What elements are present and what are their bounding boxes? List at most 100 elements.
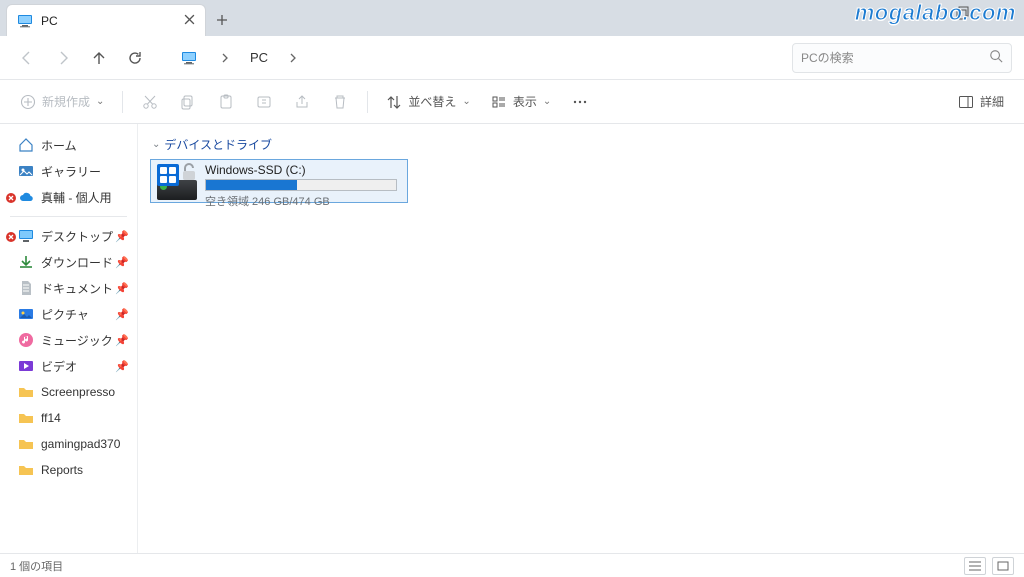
- sidebar-item-downloads[interactable]: ダウンロード 📌: [0, 249, 137, 275]
- pin-icon: 📌: [115, 230, 129, 243]
- pictures-icon: [18, 306, 34, 322]
- sidebar-item-documents[interactable]: ドキュメント 📌: [0, 275, 137, 301]
- tab-title: PC: [41, 14, 58, 28]
- desktop-icon: [18, 228, 34, 244]
- video-icon: [18, 358, 34, 374]
- sidebar: ホーム ギャラリー 真輔 - 個人用 デスクトップ 📌 ダウンロード 📌 ドキュ…: [0, 124, 138, 553]
- pc-icon: [17, 13, 33, 29]
- drive-name: Windows-SSD (C:): [205, 163, 401, 177]
- sidebar-item-label: ピクチャ: [41, 306, 89, 323]
- document-icon: [18, 280, 34, 296]
- window-restore-icon[interactable]: [956, 6, 970, 23]
- sidebar-item-gallery[interactable]: ギャラリー: [0, 158, 137, 184]
- drive-item-c[interactable]: Windows-SSD (C:) 空き領域 246 GB/474 GB: [150, 159, 408, 203]
- search-placeholder: PCの検索: [801, 49, 854, 66]
- sync-error-icon: [6, 192, 16, 202]
- sidebar-item-folder[interactable]: ff14: [0, 405, 137, 431]
- copy-button[interactable]: [171, 87, 205, 117]
- sidebar-item-home[interactable]: ホーム: [0, 132, 137, 158]
- pin-icon: 📌: [115, 256, 129, 269]
- folder-icon: [18, 384, 34, 400]
- sort-button[interactable]: 並べ替え ⌄: [378, 87, 478, 117]
- sidebar-item-onedrive[interactable]: 真輔 - 個人用: [0, 184, 137, 210]
- cloud-icon: [18, 189, 34, 205]
- view-details-button[interactable]: [964, 557, 986, 575]
- share-button[interactable]: [285, 87, 319, 117]
- paste-button[interactable]: [209, 87, 243, 117]
- body: ホーム ギャラリー 真輔 - 個人用 デスクトップ 📌 ダウンロード 📌 ドキュ…: [0, 124, 1024, 553]
- pin-icon: 📌: [115, 282, 129, 295]
- sidebar-item-videos[interactable]: ビデオ 📌: [0, 353, 137, 379]
- sidebar-item-folder[interactable]: Screenpresso: [0, 379, 137, 405]
- download-icon: [18, 254, 34, 270]
- up-button[interactable]: [84, 43, 114, 73]
- breadcrumb-chevron-icon[interactable]: [278, 43, 308, 73]
- sort-label: 並べ替え: [408, 93, 456, 110]
- folder-icon: [18, 462, 34, 478]
- tab-pc[interactable]: PC: [6, 4, 206, 36]
- new-tab-button[interactable]: [206, 4, 238, 36]
- rename-button[interactable]: [247, 87, 281, 117]
- music-icon: [18, 332, 34, 348]
- breadcrumb-chevron-icon[interactable]: [210, 43, 240, 73]
- forward-button[interactable]: [48, 43, 78, 73]
- sidebar-item-label: ミュージック: [41, 332, 113, 349]
- sidebar-item-pictures[interactable]: ピクチャ 📌: [0, 301, 137, 327]
- details-label: 詳細: [980, 93, 1004, 110]
- more-button[interactable]: [563, 87, 597, 117]
- search-input[interactable]: PCの検索: [792, 43, 1012, 73]
- separator: [10, 216, 127, 217]
- status-text: 1 個の項目: [10, 558, 63, 574]
- view-button[interactable]: 表示 ⌄: [483, 87, 559, 117]
- group-header-label: デバイスとドライブ: [164, 136, 272, 153]
- details-pane-button[interactable]: 詳細: [950, 87, 1012, 117]
- new-button[interactable]: 新規作成 ⌄: [12, 87, 112, 117]
- sidebar-item-label: Screenpresso: [41, 385, 115, 399]
- chevron-down-icon: ⌄: [543, 96, 551, 107]
- gallery-icon: [18, 163, 34, 179]
- cut-button[interactable]: [133, 87, 167, 117]
- sidebar-item-label: 真輔 - 個人用: [41, 189, 112, 206]
- drive-subtext: 空き領域 246 GB/474 GB: [205, 193, 401, 209]
- sync-error-icon: [6, 231, 16, 241]
- search-icon: [989, 49, 1003, 66]
- view-large-icons-button[interactable]: [992, 557, 1014, 575]
- sidebar-item-label: ff14: [41, 411, 61, 425]
- drive-icon: [157, 164, 197, 200]
- breadcrumb-root-icon[interactable]: [174, 43, 204, 73]
- toolbar: 新規作成 ⌄ 並べ替え ⌄ 表示 ⌄ 詳細: [0, 80, 1024, 124]
- bitlocker-unlocked-icon: [179, 162, 199, 185]
- breadcrumb-pc[interactable]: PC: [246, 50, 272, 65]
- watermark: mogalabo.com: [855, 2, 1016, 24]
- sidebar-item-label: ダウンロード: [41, 254, 113, 271]
- sidebar-item-label: ビデオ: [41, 358, 77, 375]
- separator: [367, 91, 368, 113]
- pin-icon: 📌: [115, 308, 129, 321]
- sidebar-item-desktop[interactable]: デスクトップ 📌: [0, 223, 137, 249]
- sidebar-item-folder[interactable]: gamingpad370: [0, 431, 137, 457]
- folder-icon: [18, 436, 34, 452]
- pin-icon: 📌: [115, 360, 129, 373]
- group-header-devices[interactable]: ⌄ デバイスとドライブ: [152, 136, 1012, 153]
- sidebar-item-label: gamingpad370: [41, 437, 120, 451]
- view-label: 表示: [513, 93, 537, 110]
- drive-usage-bar: [205, 179, 397, 191]
- tab-close-icon[interactable]: [184, 14, 195, 28]
- sidebar-item-label: ギャラリー: [41, 163, 101, 180]
- back-button[interactable]: [12, 43, 42, 73]
- sidebar-item-music[interactable]: ミュージック 📌: [0, 327, 137, 353]
- chevron-down-icon: ⌄: [462, 96, 470, 107]
- refresh-button[interactable]: [120, 43, 150, 73]
- drive-usage-fill: [206, 180, 297, 190]
- sidebar-item-folder[interactable]: Reports: [0, 457, 137, 483]
- home-icon: [18, 137, 34, 153]
- chevron-down-icon: ⌄: [152, 139, 160, 150]
- main-content: ⌄ デバイスとドライブ Windows-SSD (C:) 空き領域 246 GB…: [138, 124, 1024, 553]
- drive-body: Windows-SSD (C:) 空き領域 246 GB/474 GB: [205, 163, 401, 209]
- sidebar-item-label: Reports: [41, 463, 83, 477]
- sidebar-item-label: ドキュメント: [41, 280, 113, 297]
- folder-icon: [18, 410, 34, 426]
- delete-button[interactable]: [323, 87, 357, 117]
- chevron-down-icon: ⌄: [96, 96, 104, 107]
- sidebar-item-label: ホーム: [41, 137, 77, 154]
